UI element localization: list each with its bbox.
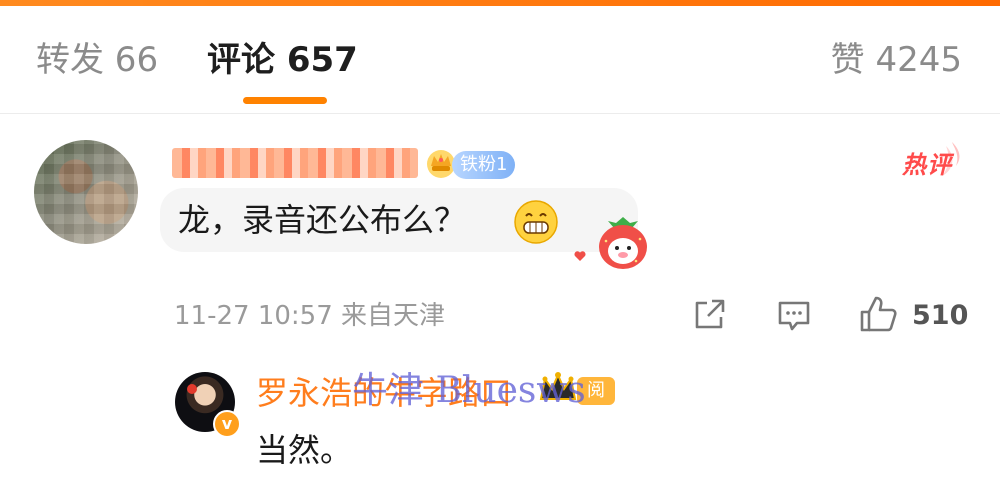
comment-location: 来自天津 [341, 301, 446, 331]
tab-likes[interactable]: 赞 4245 [831, 40, 962, 80]
comment-text: 龙，录音还公布么？ [178, 201, 467, 239]
comment-icon[interactable] [776, 297, 812, 333]
watermark: 牛津 Bluesws [352, 370, 586, 411]
tab-divider [0, 113, 1000, 114]
active-tab-indicator [243, 97, 327, 104]
fan-level-badge: 铁粉1 [452, 151, 516, 179]
like-count: 510 [912, 300, 969, 331]
thumbs-up-icon[interactable] [858, 294, 898, 334]
tab-forward[interactable]: 转发 66 [36, 40, 158, 80]
hot-comment-tag: 热评 [902, 140, 966, 182]
grinning-face-icon [514, 200, 558, 244]
commenter-avatar[interactable] [34, 140, 138, 244]
comment-meta: 11-27 10:57 来自天津 [174, 298, 445, 334]
commenter-username[interactable] [172, 148, 418, 178]
share-icon[interactable] [691, 297, 727, 333]
tab-comments[interactable]: 评论 657 [207, 40, 358, 80]
reply-text: 当然。 [256, 431, 353, 469]
hot-comment-label: 热评 [902, 151, 952, 179]
comment-timestamp: 11-27 10:57 [174, 301, 333, 331]
tab-bar: 转发 66 评论 657 赞 4245 [0, 0, 1000, 112]
strawberry-sticker-icon [599, 217, 647, 269]
verified-badge-icon: v [213, 410, 241, 438]
heart-icon [574, 251, 586, 261]
